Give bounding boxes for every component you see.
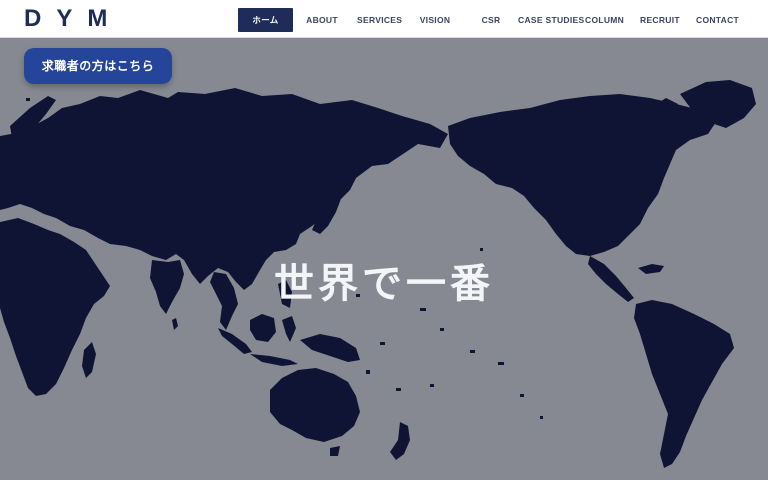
nav-item-recruit[interactable]: RECRUIT: [640, 8, 680, 32]
nav-item-column[interactable]: COLUMN: [585, 8, 624, 32]
nav-item-case-studies[interactable]: CASE STUDIES: [518, 8, 584, 32]
nav-item-about[interactable]: ABOUT: [304, 8, 340, 32]
site-header: DYM ホーム ABOUT SERVICES VISION CSR CASE S…: [0, 0, 768, 38]
nav-item-home[interactable]: ホーム: [238, 8, 293, 32]
nav-item-services[interactable]: SERVICES: [357, 8, 402, 32]
nav-item-csr[interactable]: CSR: [480, 8, 502, 32]
hero-heading: 世界で一番: [274, 261, 494, 307]
main-nav: ホーム ABOUT SERVICES VISION CSR CASE STUDI…: [0, 8, 768, 32]
world-map-image: [0, 80, 756, 468]
nav-item-vision[interactable]: VISION: [418, 8, 452, 32]
hero-section: 求職者の方はこちら 世界で一番: [0, 38, 768, 480]
job-seeker-cta-button[interactable]: 求職者の方はこちら: [24, 48, 172, 84]
nav-item-contact[interactable]: CONTACT: [696, 8, 739, 32]
